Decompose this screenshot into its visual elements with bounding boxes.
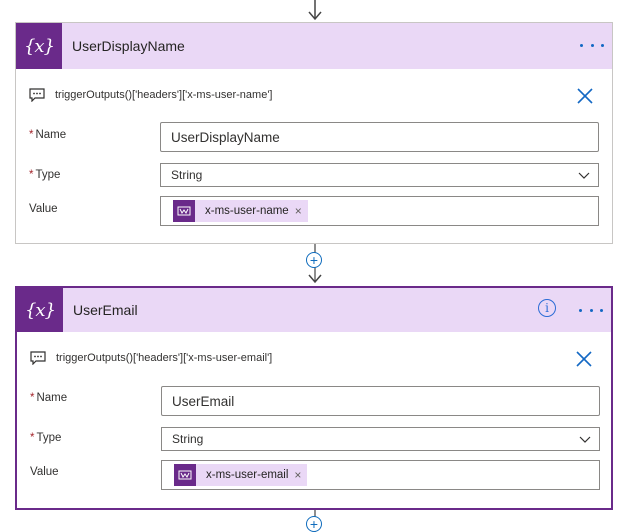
flow-arrow-icon (308, 0, 322, 21)
expression-row: triggerOutputs()['headers']['x-ms-user-e… (30, 351, 272, 365)
card-header[interactable]: {x} UserDisplayName (16, 23, 612, 69)
type-label: * Type (30, 432, 62, 444)
value-input[interactable]: x-ms-user-name × (160, 196, 599, 226)
close-icon[interactable] (575, 350, 593, 368)
name-input[interactable]: UserEmail (161, 386, 600, 416)
more-options-icon[interactable] (579, 300, 603, 320)
card-title: UserEmail (73, 302, 138, 318)
remove-token-icon[interactable]: × (294, 468, 301, 482)
value-label: Value (30, 466, 59, 478)
close-icon[interactable] (576, 87, 594, 105)
name-label: * Name (30, 392, 68, 404)
chevron-down-icon (578, 172, 590, 179)
comment-icon[interactable] (30, 351, 46, 365)
dynamic-content-token[interactable]: x-ms-user-email × (174, 464, 308, 486)
comment-icon[interactable] (29, 88, 45, 102)
more-options-icon[interactable] (580, 35, 604, 55)
card-title: UserDisplayName (72, 38, 185, 54)
card-header[interactable]: {x} UserEmail i (17, 288, 611, 332)
info-icon[interactable]: i (538, 299, 556, 317)
value-input[interactable]: x-ms-user-email × (161, 460, 600, 490)
token-label: x-ms-user-name (205, 205, 289, 217)
name-input[interactable]: UserDisplayName (160, 122, 599, 152)
request-trigger-icon (174, 464, 196, 486)
expression-text: triggerOutputs()['headers']['x-ms-user-e… (56, 352, 273, 364)
dynamic-content-token[interactable]: x-ms-user-name × (173, 200, 308, 222)
name-label: * Name (29, 129, 67, 141)
variable-icon: {x} (17, 288, 63, 332)
add-step-button[interactable]: + (306, 252, 322, 268)
request-trigger-icon (173, 200, 195, 222)
variable-icon: {x} (16, 23, 62, 69)
token-label: x-ms-user-email (206, 469, 289, 481)
type-select-value: String (171, 168, 203, 182)
type-select[interactable]: String (161, 427, 600, 451)
type-select-value: String (172, 432, 204, 446)
action-card-user-display-name[interactable]: {x} UserDisplayName triggerOutputs()['he… (15, 22, 613, 244)
value-label: Value (29, 203, 58, 215)
expression-text: triggerOutputs()['headers']['x-ms-user-n… (55, 89, 273, 101)
add-step-button[interactable]: + (306, 516, 322, 532)
type-label: * Type (29, 169, 61, 181)
action-card-user-email[interactable]: {x} UserEmail i triggerOutputs()['header… (15, 286, 613, 510)
chevron-down-icon (579, 436, 591, 443)
remove-token-icon[interactable]: × (295, 204, 302, 218)
expression-row: triggerOutputs()['headers']['x-ms-user-n… (29, 88, 272, 102)
type-select[interactable]: String (160, 163, 599, 187)
